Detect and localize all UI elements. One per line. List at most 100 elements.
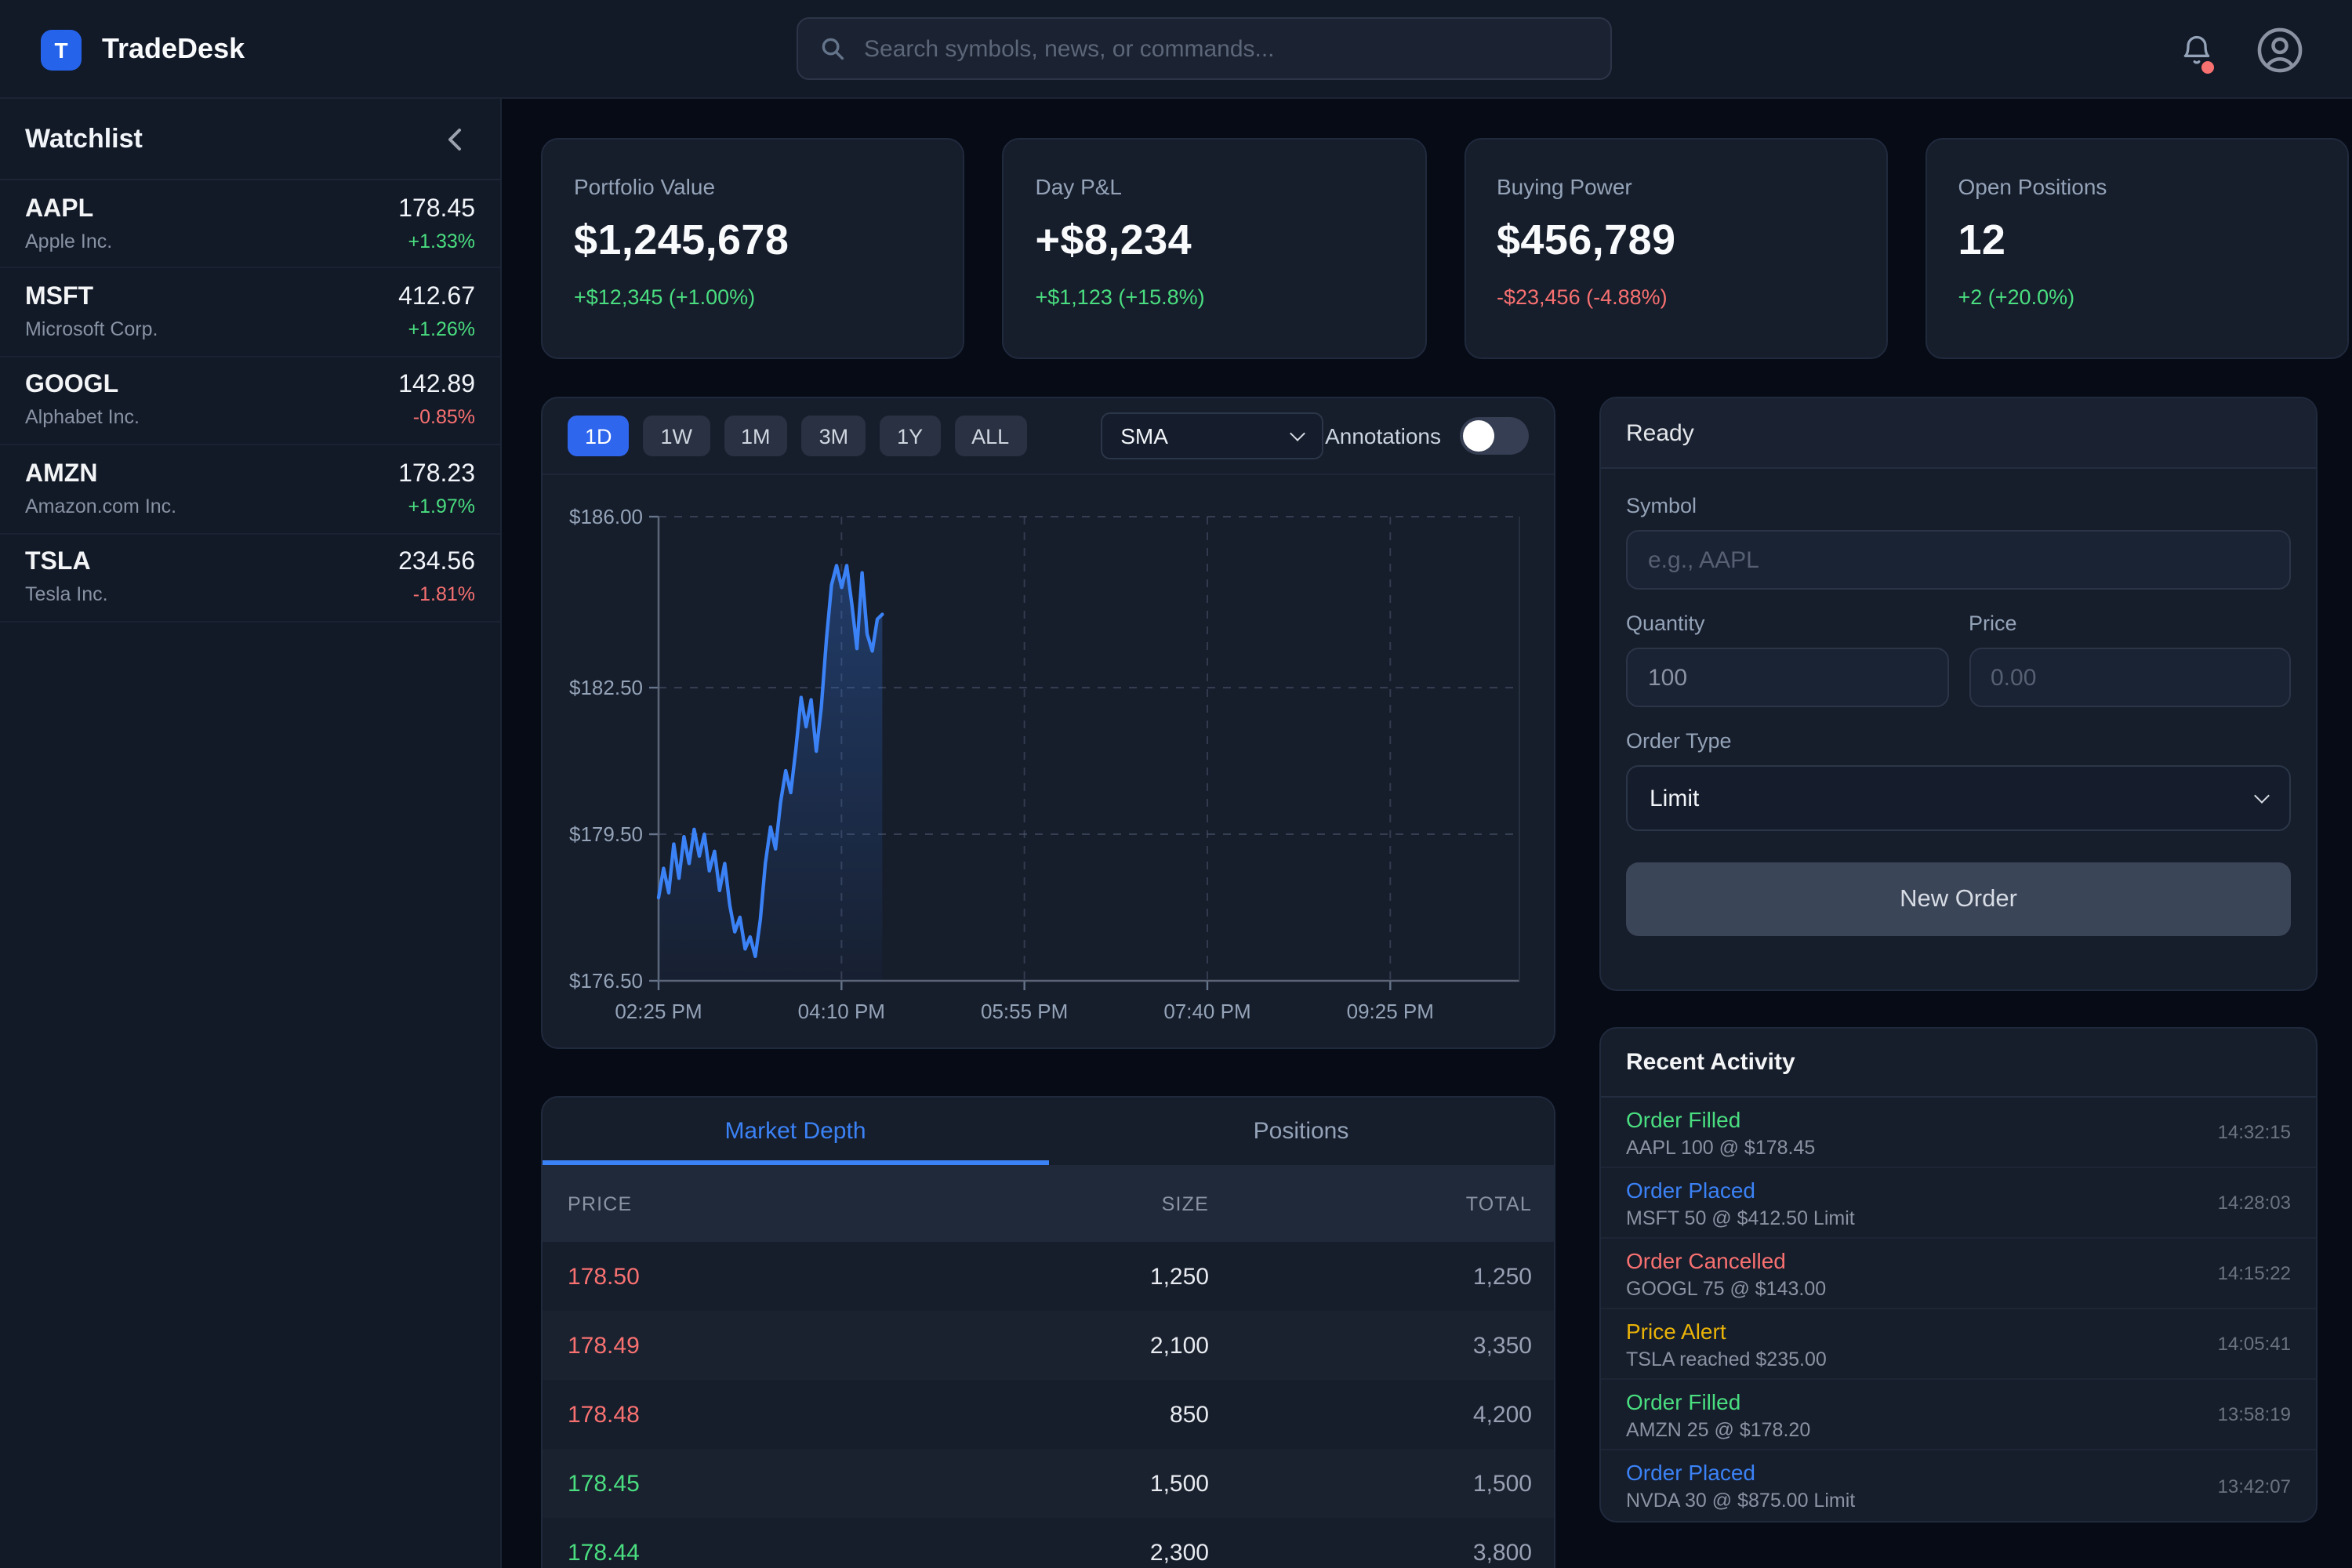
search-input[interactable] (861, 34, 1588, 64)
order-type-select[interactable]: Limit (1626, 765, 2291, 831)
stat-open-positions: Open Positions 12 +2 (+20.0%) (1926, 138, 2350, 359)
stat-portfolio-value: Portfolio Value $1,245,678 +$12,345 (+1.… (541, 138, 965, 359)
range-button-1d[interactable]: 1D (568, 416, 630, 456)
stat-label: Open Positions (1958, 174, 2317, 199)
change: -0.85% (398, 407, 475, 429)
column-price: PRICE (568, 1192, 833, 1214)
range-button-1y[interactable]: 1Y (880, 416, 940, 456)
depth-row[interactable]: 178.45 1,500 1,500 (543, 1449, 1554, 1518)
avatar-icon (2253, 23, 2307, 76)
stat-delta: +2 (+20.0%) (1958, 285, 2317, 309)
search-bar (797, 17, 1612, 80)
svg-text:05:55 PM: 05:55 PM (981, 1000, 1068, 1023)
depth-size: 2,100 (833, 1332, 1209, 1359)
recent-activity-title: Recent Activity (1601, 1029, 2316, 1098)
column-size: SIZE (833, 1192, 1209, 1214)
activity-item: Order Cancelled GOOGL 75 @ $143.00 14:15… (1601, 1239, 2316, 1309)
range-button-1w[interactable]: 1W (644, 416, 710, 456)
svg-text:07:40 PM: 07:40 PM (1163, 1000, 1250, 1023)
price: 178.23 (398, 461, 475, 489)
company-name: Amazon.com Inc. (25, 495, 176, 517)
watchlist-item-msft[interactable]: MSFTMicrosoft Corp. 412.67+1.26% (0, 269, 500, 358)
depth-size: 850 (833, 1401, 1209, 1428)
watchlist-item-tsla[interactable]: TSLA Tesla Inc. 234.56 -1.81% (0, 534, 500, 622)
brand: T TradeDesk (41, 0, 245, 99)
annotations-control: Annotations (1325, 417, 1529, 455)
annotations-toggle[interactable] (1460, 417, 1529, 455)
depth-tabs: Market Depth Positions (543, 1098, 1554, 1165)
symbol: GOOGL (25, 372, 140, 401)
stat-label: Buying Power (1497, 174, 1855, 199)
change: +1.33% (398, 230, 475, 252)
chevron-down-icon (2254, 788, 2270, 804)
price-chart-card: 1D 1W 1M 3M 1Y ALL SMA Annotations $186.… (541, 397, 1555, 1049)
depth-total: 1,500 (1209, 1470, 1532, 1497)
stat-label: Portfolio Value (574, 174, 932, 199)
activity-time: 14:05:41 (2218, 1333, 2291, 1355)
change: -1.81% (398, 584, 475, 606)
watchlist-item-amzn[interactable]: AMZNAmazon.com Inc. 178.23+1.97% (0, 445, 500, 534)
stat-day-pnl: Day P&L +$8,234 +$1,123 (+15.8%) (1003, 138, 1427, 359)
company-name: Tesla Inc. (25, 584, 108, 606)
depth-total: 3,800 (1209, 1539, 1532, 1566)
depth-size: 1,500 (833, 1470, 1209, 1497)
watchlist-header: Watchlist (0, 99, 500, 179)
activity-time: 14:15:22 (2218, 1262, 2291, 1284)
quantity-field[interactable] (1626, 648, 1948, 707)
change: +1.97% (398, 495, 475, 517)
tab-positions[interactable]: Positions (1048, 1098, 1554, 1165)
bell-icon (2180, 32, 2214, 67)
watchlist-item-aapl[interactable]: AAPLApple Inc. 178.45+1.33% (0, 180, 500, 269)
activity-item: Order Filled AAPL 100 @ $178.45 14:32:15 (1601, 1098, 2316, 1168)
price: 234.56 (398, 550, 475, 578)
svg-text:$176.50: $176.50 (569, 969, 643, 993)
company-name: Alphabet Inc. (25, 407, 140, 429)
symbol: AAPL (25, 195, 112, 223)
stat-value: 12 (1958, 216, 2317, 265)
activity-type: Order Filled (1626, 1106, 1815, 1131)
price-chart[interactable]: $186.00$182.50$179.50$176.5002:25 PM04:1… (543, 475, 1554, 1047)
right-panel: Ready Symbol Quantity Price (1599, 397, 2318, 1523)
symbol: MSFT (25, 284, 158, 312)
order-type-label: Order Type (1626, 729, 2291, 753)
new-order-button[interactable]: New Order (1626, 862, 2291, 936)
range-button-all[interactable]: ALL (954, 416, 1026, 456)
notifications-button[interactable] (2180, 0, 2214, 99)
symbol: TSLA (25, 550, 108, 578)
range-button-3m[interactable]: 3M (802, 416, 866, 456)
collapse-sidebar-icon[interactable] (447, 126, 463, 151)
stat-value: $1,245,678 (574, 216, 932, 265)
depth-row[interactable]: 178.50 1,250 1,250 (543, 1242, 1554, 1311)
activity-type: Price Alert (1626, 1318, 1827, 1343)
depth-row[interactable]: 178.48 850 4,200 (543, 1380, 1554, 1449)
annotations-label: Annotations (1325, 423, 1441, 448)
activity-type: Order Placed (1626, 1177, 1855, 1202)
watchlist-sidebar: Watchlist AAPLApple Inc. 178.45+1.33% MS… (0, 99, 502, 1568)
chart-controls: 1D 1W 1M 3M 1Y ALL SMA Annotations (543, 398, 1554, 475)
range-button-1m[interactable]: 1M (724, 416, 788, 456)
depth-table-header: PRICE SIZE TOTAL (543, 1165, 1554, 1242)
svg-text:$186.00: $186.00 (569, 505, 643, 528)
watchlist-item-googl[interactable]: GOOGLAlphabet Inc. 142.89-0.85% (0, 358, 500, 446)
logo-letter: T (54, 37, 67, 62)
notification-dot (2201, 60, 2214, 73)
price-field[interactable] (1969, 648, 2291, 707)
activity-desc: TSLA reached $235.00 (1626, 1348, 1827, 1370)
app-logo: T (41, 29, 82, 70)
depth-size: 2,300 (833, 1539, 1209, 1566)
depth-price: 178.49 (568, 1332, 833, 1359)
user-menu-button[interactable] (2253, 0, 2307, 99)
app-title: TradeDesk (102, 33, 245, 66)
top-bar: T TradeDesk (0, 0, 2352, 99)
indicator-select[interactable]: SMA (1100, 412, 1323, 459)
tab-market-depth[interactable]: Market Depth (543, 1098, 1048, 1165)
main-content: Portfolio Value $1,245,678 +$12,345 (+1.… (502, 99, 2352, 1568)
company-name: Microsoft Corp. (25, 318, 158, 340)
depth-row[interactable]: 178.49 2,100 3,350 (543, 1311, 1554, 1380)
stat-delta: -$23,456 (-4.88%) (1497, 285, 1855, 309)
symbol-field[interactable] (1626, 530, 2291, 590)
depth-row[interactable]: 178.44 2,300 3,800 (543, 1518, 1554, 1568)
depth-size: 1,250 (833, 1263, 1209, 1290)
order-form: Symbol Quantity Price Order Type (1601, 469, 2316, 961)
activity-list: Order Filled AAPL 100 @ $178.45 14:32:15… (1601, 1098, 2316, 1521)
